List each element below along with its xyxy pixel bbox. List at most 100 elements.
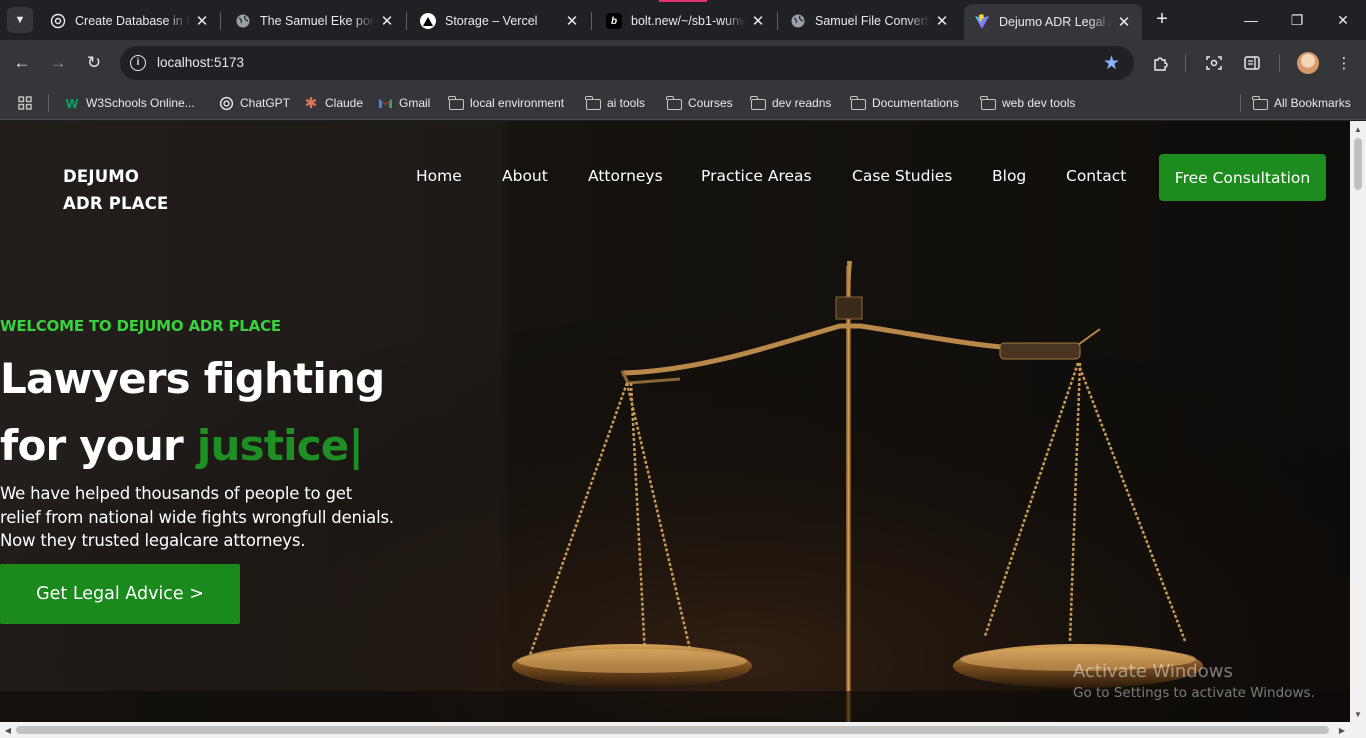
hero-headline-text: for your	[0, 421, 184, 470]
hero-headline-line-2: for your justice|	[0, 421, 364, 470]
close-icon[interactable]: ✕	[934, 12, 950, 30]
bookmark-claude[interactable]: ✱ Claude	[303, 92, 363, 114]
tab-samuel-file-converter[interactable]: Samuel File Converte ✕	[780, 6, 960, 36]
nav-practice-areas[interactable]: Practice Areas	[701, 167, 812, 185]
tab-title: Create Database in Po	[75, 14, 190, 28]
globe-icon	[235, 13, 251, 29]
address-bar[interactable]: i localhost:5173 ★	[120, 46, 1134, 80]
folder-icon	[665, 95, 682, 111]
folder-icon	[749, 95, 766, 111]
all-bookmarks-folder[interactable]: All Bookmarks	[1251, 92, 1351, 114]
browser-tab-strip: ▼ Create Database in Po ✕ The Samuel Eke…	[0, 0, 1366, 40]
nav-home[interactable]: Home	[416, 167, 462, 185]
screen-capture-icon[interactable]	[1203, 52, 1225, 74]
vertical-scroll-thumb[interactable]	[1354, 138, 1362, 190]
bookmark-folder-documentations[interactable]: Documentations	[849, 92, 959, 114]
bookmark-gmail[interactable]: Gmail	[377, 92, 430, 114]
folder-icon	[584, 95, 601, 111]
horizontal-scroll-thumb[interactable]	[16, 726, 1329, 734]
activate-windows-subtitle: Go to Settings to activate Windows.	[1073, 685, 1315, 701]
tab-bolt-new[interactable]: b bolt.new/~/sb1-wunv ✕	[596, 6, 776, 36]
vertical-scrollbar[interactable]: ▲ ▼	[1350, 121, 1366, 722]
close-icon[interactable]: ✕	[1116, 13, 1132, 31]
tab-title: Samuel File Converte	[815, 14, 930, 28]
free-consultation-button[interactable]: Free Consultation	[1159, 154, 1326, 201]
apps-grid-icon[interactable]	[17, 92, 33, 114]
bookmark-star-icon[interactable]: ★	[1103, 52, 1120, 75]
scroll-left-arrow-icon[interactable]: ◀	[0, 722, 16, 738]
forward-arrow-icon[interactable]: →	[44, 49, 72, 77]
close-icon[interactable]: ✕	[379, 12, 395, 30]
lead-line: relief from national wide fights wrongfu…	[0, 507, 394, 527]
close-icon[interactable]: ✕	[194, 12, 210, 30]
tab-title: bolt.new/~/sb1-wunv	[631, 14, 746, 28]
new-tab-plus-icon[interactable]: +	[1150, 8, 1174, 32]
bookmark-folder-ai-tools[interactable]: ai tools	[584, 92, 646, 114]
tab-title: Storage – Vercel	[445, 14, 538, 28]
tab-storage-vercel[interactable]: Storage – Vercel ✕	[410, 6, 590, 36]
hero-headline-line-1: Lawyers fighting	[0, 354, 385, 403]
bolt-icon: b	[606, 13, 622, 29]
site-logo[interactable]: DEJUMO ADR PLACE	[63, 163, 168, 217]
tab-create-database[interactable]: Create Database in Po ✕	[40, 6, 220, 36]
nav-blog[interactable]: Blog	[992, 167, 1026, 185]
logo-line-1: DEJUMO	[63, 167, 140, 186]
scroll-right-arrow-icon[interactable]: ▶	[1334, 722, 1350, 738]
close-icon[interactable]: ✕	[750, 12, 766, 30]
hero-headline-accent: justice|	[196, 421, 364, 470]
nav-contact[interactable]: Contact	[1066, 167, 1126, 185]
url-text[interactable]: localhost:5173	[157, 55, 244, 70]
bookmark-label: ai tools	[607, 96, 646, 110]
logo-line-2: ADR PLACE	[63, 194, 169, 213]
tab-search-chevron-icon[interactable]: ▼	[7, 7, 33, 33]
profile-avatar[interactable]	[1297, 52, 1319, 74]
all-bookmarks-label: All Bookmarks	[1274, 96, 1351, 110]
bookmark-label: Claude	[325, 96, 364, 110]
activate-windows-title: Activate Windows	[1073, 661, 1233, 682]
tab-title: The Samuel Eke portf	[260, 14, 375, 28]
bookmark-folder-web-dev-tools[interactable]: web dev tools	[979, 92, 1076, 114]
tab-loading-indicator	[659, 0, 707, 2]
folder-icon	[849, 95, 866, 111]
bookmark-label: Documentations	[872, 96, 959, 110]
bookmark-folder-dev-readns[interactable]: dev readns	[749, 92, 832, 114]
reload-icon[interactable]: ↻	[80, 49, 108, 77]
tab-dejumo-adr[interactable]: Dejumo ADR Legal Ad ✕	[964, 4, 1142, 40]
site-info-icon[interactable]: i	[130, 55, 146, 71]
folder-icon	[1251, 95, 1268, 111]
bookmark-label: web dev tools	[1002, 96, 1076, 110]
horizontal-scrollbar[interactable]: ◀ ▶	[0, 722, 1366, 738]
bookmark-label: local environment	[470, 96, 565, 110]
vercel-icon	[420, 13, 436, 29]
get-legal-advice-button[interactable]: Get Legal Advice >	[0, 564, 240, 624]
more-menu-icon[interactable]: ⋮	[1333, 52, 1355, 74]
tab-title: Dejumo ADR Legal Ad	[999, 15, 1112, 29]
bookmark-folder-courses[interactable]: Courses	[665, 92, 733, 114]
window-close-icon[interactable]: ✕	[1320, 0, 1366, 40]
tab-samuel-eke-portfolio[interactable]: The Samuel Eke portf ✕	[225, 6, 405, 36]
scroll-down-arrow-icon[interactable]: ▼	[1350, 706, 1366, 722]
nav-attorneys[interactable]: Attorneys	[588, 167, 663, 185]
hero-lead-paragraph: We have helped thousands of people to ge…	[0, 482, 420, 553]
lead-line: Now they trusted legalcare attorneys.	[0, 531, 306, 550]
scroll-up-arrow-icon[interactable]: ▲	[1350, 121, 1366, 137]
bookmark-chatgpt[interactable]: ChatGPT	[218, 92, 290, 114]
vite-icon	[974, 14, 990, 30]
claude-icon: ✱	[304, 95, 318, 112]
bookmark-w3schools[interactable]: W W3Schools Online...	[64, 92, 195, 114]
gmail-icon	[377, 95, 393, 111]
close-icon[interactable]: ✕	[564, 12, 580, 30]
back-arrow-icon[interactable]: ←	[8, 49, 36, 77]
bookmarks-bar: W W3Schools Online... ChatGPT ✱ Claude G…	[0, 86, 1366, 120]
nav-about[interactable]: About	[502, 167, 548, 185]
reading-list-icon[interactable]	[1241, 52, 1263, 74]
bookmark-label: dev readns	[772, 96, 832, 110]
folder-icon	[447, 95, 464, 111]
extensions-puzzle-icon[interactable]	[1150, 52, 1172, 74]
minimize-icon[interactable]: —	[1228, 0, 1274, 40]
browser-toolbar: ← → ↻ i localhost:5173 ★ ⋮	[0, 40, 1366, 86]
restore-icon[interactable]: ❐	[1274, 0, 1320, 40]
nav-case-studies[interactable]: Case Studies	[852, 167, 952, 185]
w3schools-icon: W	[65, 95, 79, 111]
bookmark-folder-local-environment[interactable]: local environment	[447, 92, 565, 114]
